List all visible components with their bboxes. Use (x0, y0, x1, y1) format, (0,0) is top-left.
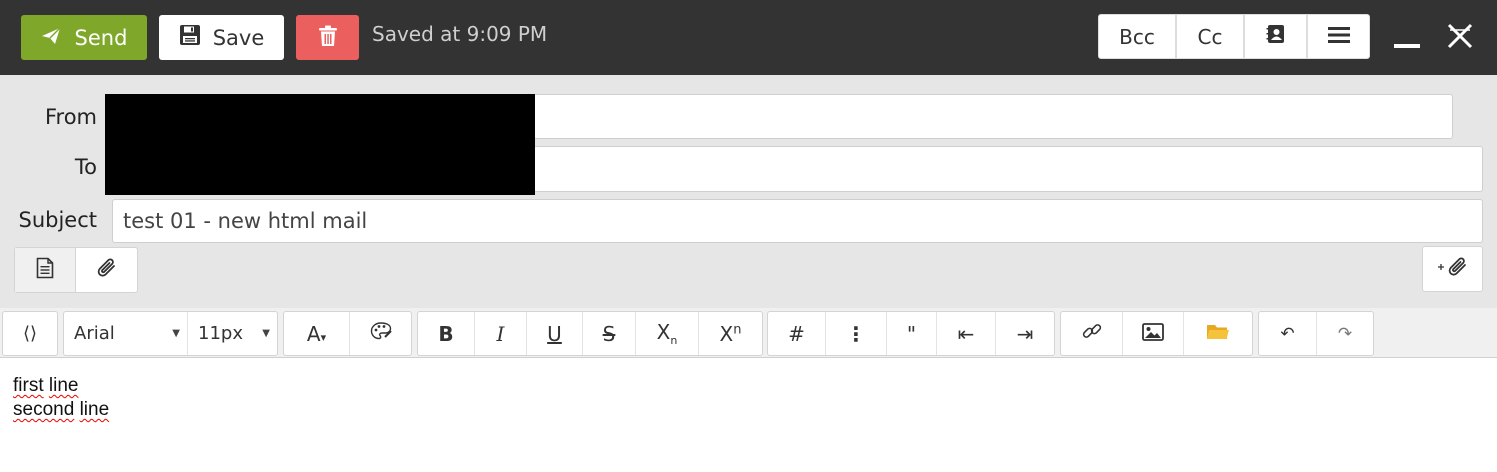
address-book-button[interactable] (1244, 14, 1307, 59)
quote-icon: " (906, 321, 917, 346)
minimize-icon[interactable] (1394, 44, 1420, 48)
source-code-button[interactable]: ⟨⟩ (3, 312, 57, 355)
subject-input[interactable]: test 01 - new html mail (112, 199, 1483, 243)
undo-icon: ↶ (1280, 323, 1295, 344)
palette-icon (370, 321, 392, 346)
body-word: second (13, 399, 75, 420)
folder-icon (1206, 321, 1230, 346)
background-color-button[interactable] (350, 312, 411, 355)
compose-toolbar: Send Save Saved at 9:09 PM Bcc Cc (0, 0, 1497, 75)
cc-button[interactable]: Cc (1176, 14, 1244, 59)
message-body-editor[interactable]: first line second line (0, 359, 1497, 472)
format-group: B I U S Xn Xn (417, 311, 763, 356)
bcc-button[interactable]: Bcc (1098, 14, 1176, 59)
underline-icon: U (547, 321, 562, 346)
insert-link-button[interactable] (1061, 312, 1123, 355)
text-color-button[interactable]: A▾ (284, 312, 350, 355)
paragraph-group: # ⋮ " ⇤ ⇥ (767, 311, 1055, 356)
vertical-dots-icon: ⋮ (846, 321, 866, 346)
hamburger-menu-icon (1327, 25, 1350, 49)
text-color-icon: A▾ (306, 321, 327, 346)
code-icon: ⟨⟩ (22, 323, 38, 344)
from-label: From (44, 105, 97, 129)
hash-icon: # (788, 321, 805, 346)
save-label: Save (212, 25, 265, 50)
send-icon (41, 26, 61, 50)
font-size-value: 11px (198, 323, 243, 344)
compose-tabs (14, 247, 138, 293)
saved-status: Saved at 9:09 PM (372, 22, 548, 46)
body-word: line (48, 375, 79, 396)
unordered-list-button[interactable]: ⋮ (826, 312, 887, 355)
history-group: ↶ ↷ (1258, 311, 1374, 356)
underline-button[interactable]: U (527, 312, 583, 355)
to-label: To (74, 155, 97, 179)
blockquote-button[interactable]: " (887, 312, 937, 355)
subject-label: Subject (18, 208, 97, 232)
outdent-button[interactable]: ⇤ (937, 312, 996, 355)
subscript-icon: Xn (656, 320, 678, 347)
ordered-list-button[interactable]: # (768, 312, 826, 355)
tab-attachments[interactable] (76, 248, 137, 292)
undo-button[interactable]: ↶ (1259, 312, 1317, 355)
close-icon[interactable] (1446, 22, 1474, 52)
color-group: A▾ (283, 311, 412, 356)
body-word: line (79, 399, 110, 420)
source-group: ⟨⟩ (2, 311, 58, 356)
italic-button[interactable]: I (475, 312, 527, 355)
strikethrough-icon: S (602, 321, 616, 346)
bcc-label: Bcc (1119, 24, 1155, 49)
insert-group (1060, 311, 1253, 356)
font-group: Arial ▼ 11px ▼ (63, 311, 278, 356)
bold-icon: B (438, 321, 454, 346)
paperclip-icon (95, 256, 119, 284)
add-attachment-button[interactable] (1422, 246, 1483, 292)
compose-window: Send Save Saved at 9:09 PM Bcc Cc From T… (0, 0, 1497, 472)
subscript-button[interactable]: Xn (636, 312, 699, 355)
redo-button[interactable]: ↷ (1317, 312, 1373, 355)
chevron-down-icon: ▼ (172, 328, 180, 339)
editor-toolbar: ⟨⟩ Arial ▼ 11px ▼ A▾ B I U S Xn Xn # ⋮ "… (0, 308, 1497, 358)
indent-button[interactable]: ⇥ (996, 312, 1054, 355)
redo-icon: ↷ (1337, 323, 1353, 344)
italic-icon: I (496, 321, 505, 346)
body-line: first line (13, 374, 1484, 398)
redaction-block (105, 94, 535, 195)
bold-button[interactable]: B (418, 312, 475, 355)
strikethrough-button[interactable]: S (583, 312, 636, 355)
document-icon (36, 257, 54, 283)
address-book-icon (1266, 24, 1286, 49)
image-icon (1142, 322, 1164, 346)
save-button[interactable]: Save (159, 15, 284, 60)
body-line: second line (13, 398, 1484, 422)
insert-image-button[interactable] (1123, 312, 1184, 355)
chevron-down-icon: ▼ (262, 328, 270, 339)
font-family-value: Arial (74, 323, 115, 344)
send-label: Send (74, 25, 128, 50)
trash-icon (318, 25, 338, 51)
cc-label: Cc (1197, 24, 1223, 49)
body-word: first (13, 375, 44, 396)
superscript-icon: Xn (719, 321, 742, 346)
insert-file-button[interactable] (1184, 312, 1252, 355)
font-family-select[interactable]: Arial ▼ (64, 312, 188, 355)
floppy-disk-icon (179, 24, 201, 51)
link-icon (1081, 320, 1103, 347)
indent-icon: ⇥ (1016, 321, 1034, 346)
outdent-icon: ⇤ (957, 321, 975, 346)
delete-button[interactable] (296, 15, 359, 60)
add-paperclip-icon (1436, 255, 1470, 283)
superscript-button[interactable]: Xn (699, 312, 762, 355)
tab-message[interactable] (15, 248, 77, 292)
font-size-select[interactable]: 11px ▼ (188, 312, 277, 355)
send-button[interactable]: Send (21, 15, 147, 60)
menu-button[interactable] (1307, 14, 1370, 59)
